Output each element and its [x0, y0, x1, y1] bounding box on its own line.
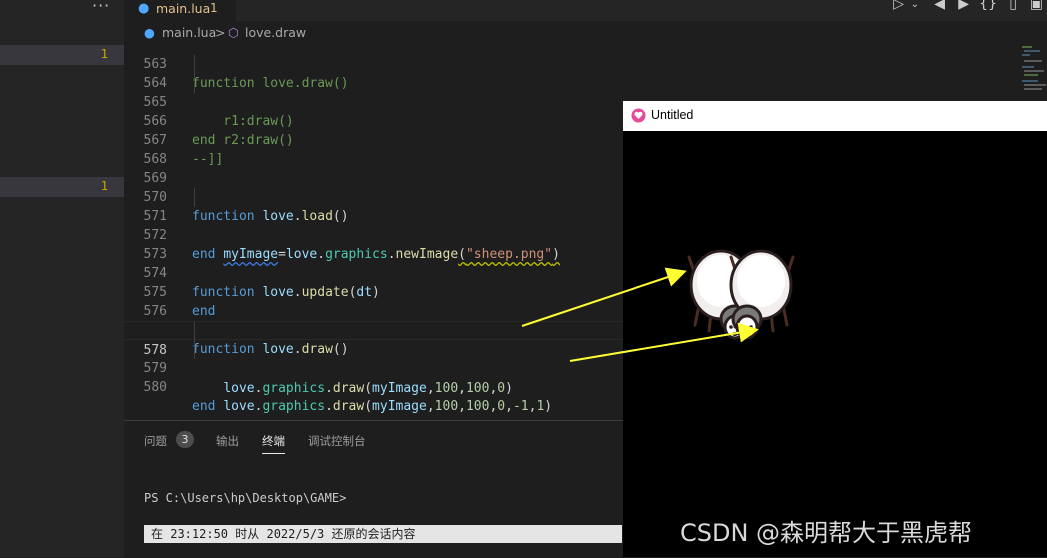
arrow-to-sheep-1 — [521, 267, 687, 327]
watermark: CSDN @森明帮大于黑虎帮 — [680, 519, 973, 547]
annotation-arrows — [521, 267, 759, 362]
arrow-to-sheep-2 — [569, 322, 759, 362]
